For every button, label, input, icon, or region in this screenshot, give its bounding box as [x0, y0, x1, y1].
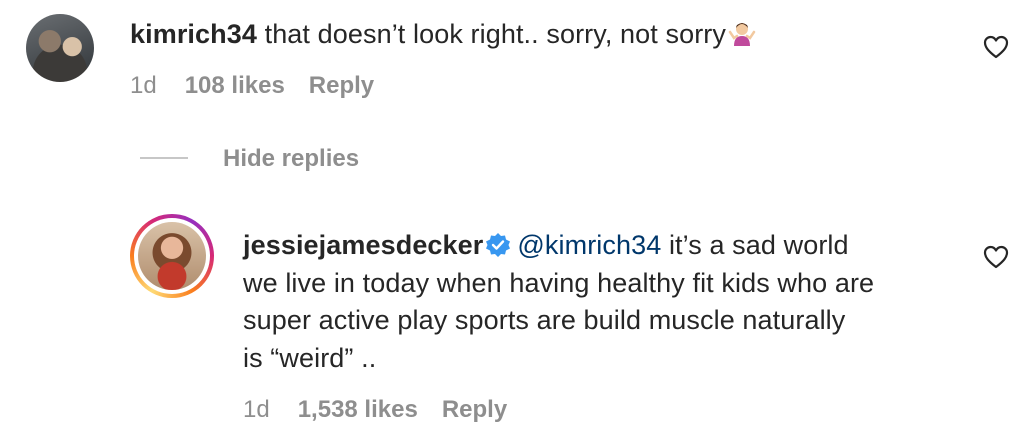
avatar-kimrich34[interactable]	[26, 14, 94, 82]
comment-1-meta: 1d 108 likes Reply	[130, 72, 374, 100]
comment-2-reply-button[interactable]: Reply	[442, 396, 507, 424]
hide-replies-button[interactable]: Hide replies	[223, 145, 359, 173]
comment-1-reply-button[interactable]: Reply	[309, 72, 374, 100]
comment-2-mention[interactable]: @kimrich34	[517, 230, 661, 260]
comment-1-text: that doesn’t look right.. sorry, not sor…	[264, 19, 726, 49]
verified-badge-icon	[486, 233, 511, 257]
comment-2-line-1: jessiejamesdecker @kimrich34 it’s a sad …	[243, 227, 849, 263]
hide-replies-divider	[140, 157, 188, 159]
story-ring[interactable]	[130, 214, 214, 298]
comment-2-likes[interactable]: 1,538 likes	[298, 396, 418, 424]
comment-1-time: 1d	[130, 72, 157, 99]
comment-2-meta: 1d 1,538 likes Reply	[243, 396, 507, 424]
like-heart-icon[interactable]	[983, 245, 1009, 269]
comment-1-body: kimrich34 that doesn’t look right.. sorr…	[130, 16, 756, 52]
person-shrugging-emoji-icon	[728, 23, 756, 46]
comment-2-text-1: it’s a sad world	[668, 230, 849, 260]
avatar-jessiejamesdecker[interactable]	[138, 222, 206, 290]
comment-2-text-3: super active play sports are build muscl…	[243, 305, 846, 335]
comment-1-likes[interactable]: 108 likes	[185, 72, 285, 100]
comment-1-username[interactable]: kimrich34	[130, 19, 257, 49]
comments-thread: kimrich34 that doesn’t look right.. sorr…	[0, 0, 1024, 437]
comment-2-time: 1d	[243, 396, 270, 423]
comment-2-text-4: is “weird” ..	[243, 343, 377, 373]
comment-2-username[interactable]: jessiejamesdecker	[243, 230, 483, 260]
like-heart-icon[interactable]	[983, 35, 1009, 59]
comment-2-text-2: we live in today when having healthy fit…	[243, 268, 875, 298]
